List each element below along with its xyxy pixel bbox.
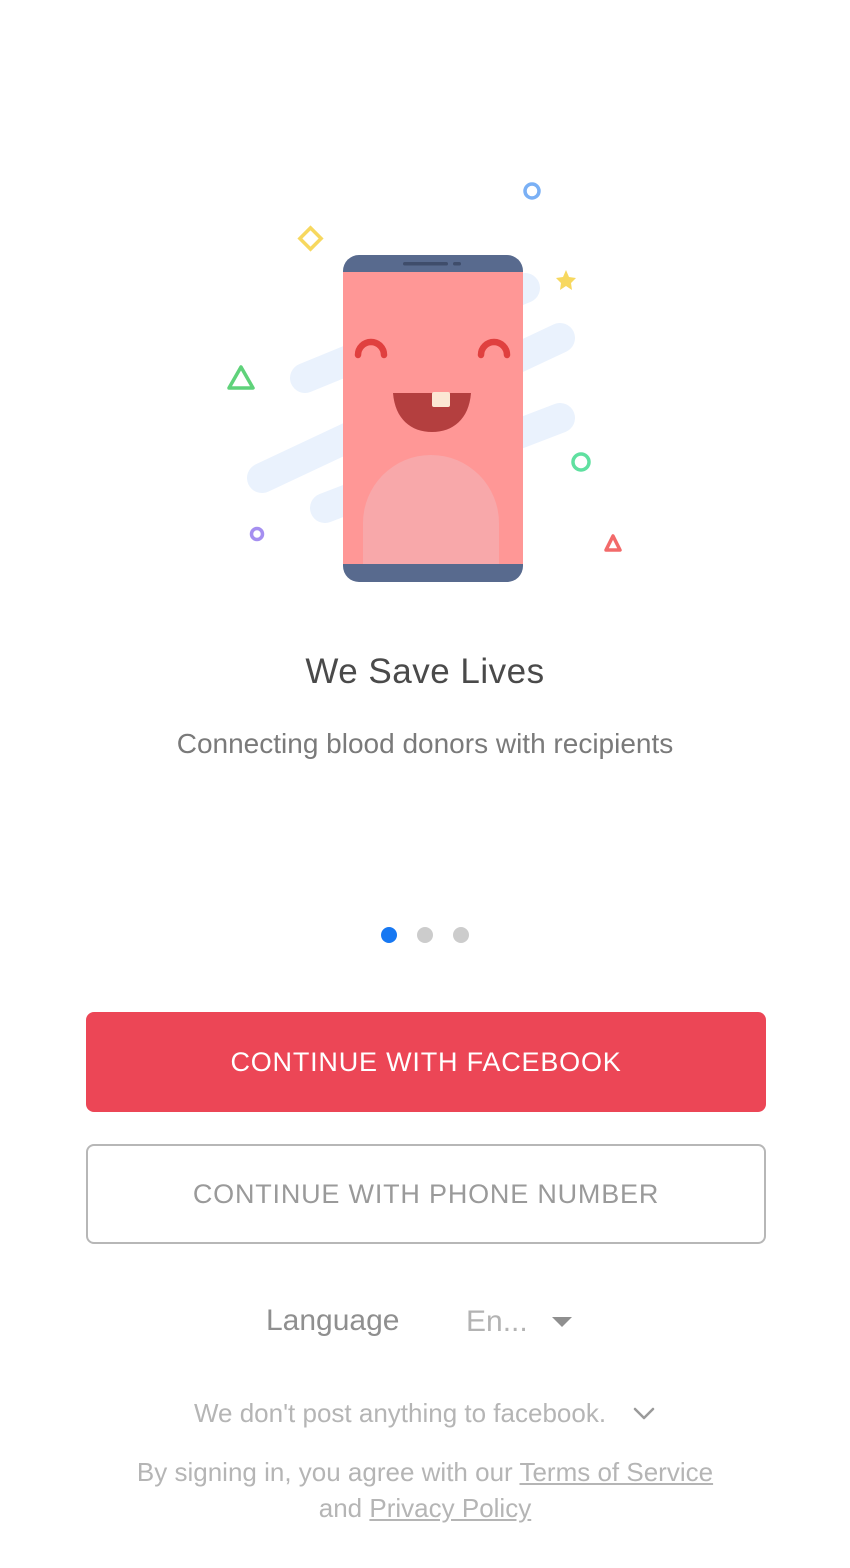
page-subtitle: Connecting blood donors with recipients xyxy=(176,728,674,759)
confetti-triangle-red xyxy=(604,534,622,552)
language-label: Language xyxy=(266,1304,400,1337)
facebook-notice: We don't post anything to facebook. xyxy=(0,1398,850,1429)
facebook-notice-text: We don't post anything to facebook. xyxy=(193,1398,607,1428)
caret-down-icon xyxy=(551,1317,572,1327)
phone-icon xyxy=(343,255,523,582)
confetti-circle-green xyxy=(571,452,591,472)
page-dot-3[interactable] xyxy=(453,927,469,943)
language-value: En... xyxy=(466,1305,528,1338)
legal-text: By signing in, you agree with our Terms … xyxy=(0,1454,850,1526)
legal-conjunction: and xyxy=(318,1493,363,1523)
confetti-circle-purple xyxy=(249,526,265,542)
page-dot-1[interactable] xyxy=(381,927,397,943)
page-dot-2[interactable] xyxy=(417,927,433,943)
smiling-phone-illustration xyxy=(227,182,622,582)
terms-of-service-link[interactable]: Terms of Service xyxy=(519,1457,713,1487)
continue-with-phone-button[interactable]: CONTINUE WITH PHONE NUMBER xyxy=(86,1144,766,1244)
chevron-down-icon[interactable] xyxy=(632,1402,656,1426)
confetti-star-yellow xyxy=(556,270,576,290)
confetti-circle-blue xyxy=(523,182,541,200)
confetti-diamond-yellow xyxy=(297,225,324,252)
page-title: We Save Lives xyxy=(305,652,545,691)
privacy-policy-link[interactable]: Privacy Policy xyxy=(369,1493,531,1523)
language-select[interactable]: En... xyxy=(466,1300,586,1344)
legal-prefix: By signing in, you agree with our xyxy=(136,1457,513,1487)
confetti-triangle-green xyxy=(227,365,255,390)
continue-with-facebook-button[interactable]: CONTINUE WITH FACEBOOK xyxy=(86,1012,766,1112)
page-indicator xyxy=(0,927,850,945)
